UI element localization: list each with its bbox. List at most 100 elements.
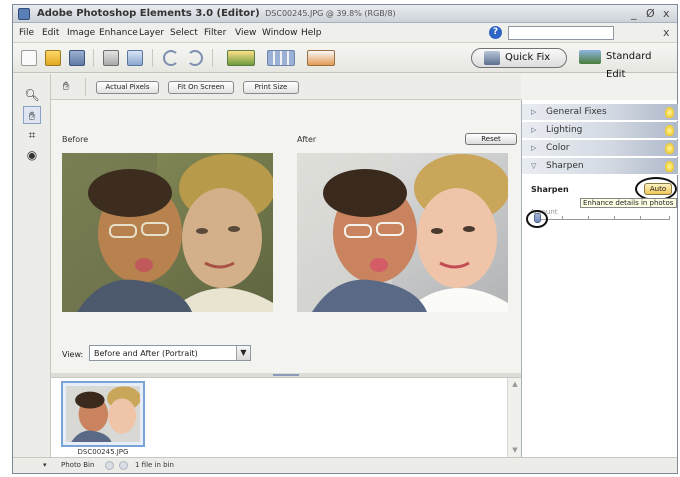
app-icon	[18, 8, 30, 20]
menu-enhance[interactable]: Enhance	[99, 28, 138, 38]
bin-thumbnail-name: DSC00245.JPG	[77, 448, 129, 456]
amount-slider-track[interactable]	[536, 219, 670, 220]
menu-help[interactable]: Help	[301, 28, 322, 38]
title-bar: Adobe Photoshop Elements 3.0 (Editor) DS…	[13, 5, 677, 23]
lightbulb-icon[interactable]	[665, 143, 674, 154]
chevron-down-icon[interactable]: ▼	[236, 346, 250, 360]
document-info: DSC00245.JPG @ 39.8% (RGB/8)	[265, 9, 396, 18]
view-label: View:	[62, 350, 84, 359]
options-bar: ✋︎ Actual Pixels Fit On Screen Print Siz…	[51, 74, 521, 100]
palette-section-label: Lighting	[546, 125, 583, 135]
before-photo-image	[62, 153, 273, 312]
editor-window: Adobe Photoshop Elements 3.0 (Editor) DS…	[12, 4, 678, 474]
shortcuts-bar: Quick Fix Standard Edit	[13, 43, 677, 80]
after-photo[interactable]	[297, 153, 508, 312]
lightbulb-icon[interactable]	[665, 125, 674, 136]
menu-file[interactable]: File	[19, 28, 34, 38]
slider-tick	[562, 216, 563, 219]
auto-tooltip: Enhance details in photos	[580, 198, 677, 208]
close-button[interactable]: x	[663, 7, 670, 20]
slider-thumb-highlight	[526, 210, 548, 228]
document-close-button[interactable]: x	[663, 26, 670, 39]
workspace: Before After Reset View: Before and Afte…	[51, 100, 521, 373]
after-label: After	[297, 135, 317, 144]
bin-next-icon[interactable]	[119, 461, 128, 470]
collapse-icon: ▽	[531, 162, 537, 170]
quick-fix-icon	[484, 51, 500, 65]
lightbulb-icon[interactable]	[665, 161, 674, 172]
view-select-value: Before and After (Portrait)	[94, 349, 198, 358]
menu-layer[interactable]: Layer	[139, 28, 164, 38]
before-photo[interactable]	[62, 153, 273, 312]
fit-on-screen-button[interactable]: Fit On Screen	[168, 81, 234, 94]
toolbox: 🔍︎ ✋︎ ⌗ ◉	[13, 74, 51, 457]
print-icon[interactable]	[103, 50, 119, 66]
menu-filter[interactable]: Filter	[204, 28, 226, 38]
photo-bin: DSC00245.JPG ▲ ▼	[51, 377, 521, 458]
toolbar-separator	[212, 49, 213, 67]
palette-section-lighting[interactable]: ▷ Lighting	[522, 122, 678, 139]
crop-tool-icon[interactable]: ⌗	[23, 126, 41, 144]
window-title: Adobe Photoshop Elements 3.0 (Editor) DS…	[37, 8, 396, 19]
photo-bin-toggle-icon[interactable]: ▾	[43, 461, 47, 469]
palette-section-sharpen[interactable]: ▽ Sharpen	[522, 158, 678, 175]
menu-window[interactable]: Window	[262, 28, 298, 38]
bin-previous-icon[interactable]	[105, 461, 114, 470]
red-eye-tool-icon[interactable]: ◉	[23, 146, 41, 164]
save-icon[interactable]	[69, 50, 85, 66]
slider-tick	[614, 216, 615, 219]
toolbar-separator	[93, 49, 94, 67]
palette-section-label: Color	[546, 143, 570, 153]
quick-fix-label: Quick Fix	[505, 52, 551, 63]
maximize-button[interactable]: Ø	[646, 7, 655, 20]
undo-icon[interactable]	[163, 50, 179, 66]
lightbulb-icon[interactable]	[665, 107, 674, 118]
quick-fix-palette: ▷ General Fixes ▷ Lighting ▷ Color ▽ Sha…	[521, 100, 678, 457]
view-select[interactable]: Before and After (Portrait) ▼	[89, 345, 251, 361]
options-separator	[85, 78, 86, 96]
online-print-icon[interactable]	[127, 50, 143, 66]
palette-section-label: General Fixes	[546, 107, 607, 117]
palette-section-general-fixes[interactable]: ▷ General Fixes	[522, 104, 678, 121]
hand-tool-options-icon: ✋︎	[62, 79, 70, 93]
scroll-down-icon[interactable]: ▼	[510, 446, 520, 456]
help-search-input[interactable]	[508, 26, 614, 40]
minimize-button[interactable]: _	[631, 7, 637, 20]
slider-tick	[640, 216, 641, 219]
menu-image[interactable]: Image	[67, 28, 95, 38]
create-icon[interactable]	[227, 50, 255, 66]
photo-bin-scrollbar[interactable]: ▲ ▼	[507, 378, 521, 458]
menu-view[interactable]: View	[235, 28, 256, 38]
photomail-icon[interactable]	[307, 50, 335, 66]
new-icon[interactable]	[21, 50, 37, 66]
file-count-text: 1 file in bin	[135, 461, 174, 469]
slider-tick	[669, 216, 670, 219]
help-icon[interactable]: ?	[489, 26, 502, 39]
scroll-up-icon[interactable]: ▲	[510, 380, 520, 390]
palette-section-label: Sharpen	[546, 161, 584, 171]
standard-edit-button[interactable]: Standard Edit	[573, 48, 673, 80]
actual-pixels-button[interactable]: Actual Pixels	[96, 81, 159, 94]
palette-section-color[interactable]: ▷ Color	[522, 140, 678, 157]
sharpen-label: Sharpen	[531, 185, 569, 194]
zoom-tool-icon[interactable]: 🔍︎	[23, 86, 41, 104]
bin-thumbnail-image	[66, 386, 141, 442]
standard-edit-label: Standard Edit	[606, 51, 652, 80]
slider-tick	[588, 216, 589, 219]
organizer-icon[interactable]	[267, 50, 295, 66]
print-size-button[interactable]: Print Size	[243, 81, 299, 94]
bin-thumbnail[interactable]	[61, 381, 145, 447]
status-bar: ▾ Photo Bin 1 file in bin	[13, 457, 677, 473]
quick-fix-button[interactable]: Quick Fix	[471, 48, 567, 68]
hand-tool-icon[interactable]: ✋︎	[23, 106, 41, 124]
menu-select[interactable]: Select	[170, 28, 198, 38]
splitter-grip-icon[interactable]	[273, 374, 299, 376]
open-icon[interactable]	[45, 50, 61, 66]
redo-icon[interactable]	[187, 50, 203, 66]
expand-icon: ▷	[531, 144, 537, 152]
menu-bar: File Edit Image Enhance Layer Select Fil…	[13, 23, 677, 43]
reset-button[interactable]: Reset	[465, 133, 517, 145]
photo-bin-status-label[interactable]: Photo Bin	[61, 461, 94, 469]
menu-edit[interactable]: Edit	[42, 28, 59, 38]
expand-icon: ▷	[531, 108, 537, 116]
